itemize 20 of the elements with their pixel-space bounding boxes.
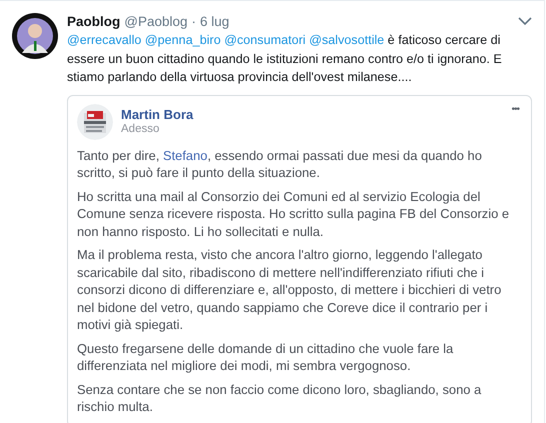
tweet-text: @errecavallo @penna_biro @consumatori @salvosottile è faticoso cercare di essere un buon cittadino quando le istituzioni remano contro e/o ti ignorano. E stiamo parlando della virtuosa provincia dell'ovest milanese.... [67,32,503,86]
chevron-down-icon[interactable] [518,17,532,26]
mention-link[interactable]: @errecavallo [67,33,142,47]
user-handle[interactable]: @Paoblog [124,14,188,29]
display-name[interactable]: Paoblog [67,14,120,29]
name-link[interactable]: Stefano [163,148,208,162]
post-paragraph: Tanto per dire, Stefano, essendo ormai passati due mesi da quando ho scritto, si può fare il punto della situazione. [77,146,483,182]
avatar[interactable] [12,13,58,59]
mention-link[interactable]: @penna_biro [144,33,221,47]
separator-dot: · [192,14,196,29]
post-paragraph: Questo fregarsene delle domande di un cittadino che vuole fare la differenziata nel migliore dei modi, mi sembra vergognoso. [77,340,454,374]
more-options-button[interactable]: ••• [511,104,519,114]
tweet-time[interactable]: 6 lug [200,14,230,29]
author-name[interactable]: Martin Bora [121,106,194,122]
post-time: Adesso [121,122,160,134]
mention-link[interactable]: @salvosottile [309,33,384,47]
post-paragraph: Senza contare che se non faccio come dicono loro, sbagliando, sono a rischio multa. [77,380,482,416]
mention-link[interactable]: @consumatori [224,33,306,47]
post-paragraph: Ho scritta una mail al Consorzio dei Comuni ed al servizio Ecologia del Comune senza ricevere risposta. Ho scritto sulla pagina FB del Consorzio e non hanno risposto. Li ho sollecitati e nulla. [77,188,510,240]
post-paragraph: Ma il problema resta, visto che ancora l'altro giorno, leggendo l'allegato scaricabile dal sito, ribadiscono di mettere nell'indifferenziato rifiuti che i consorzi dicono di differenziare e, all'opposto, di mettere i bicchieri di vetro nel bidone del vetro, quando sappiamo che Coreve dice il contrario per i motivi già spiegati. [77,246,502,334]
